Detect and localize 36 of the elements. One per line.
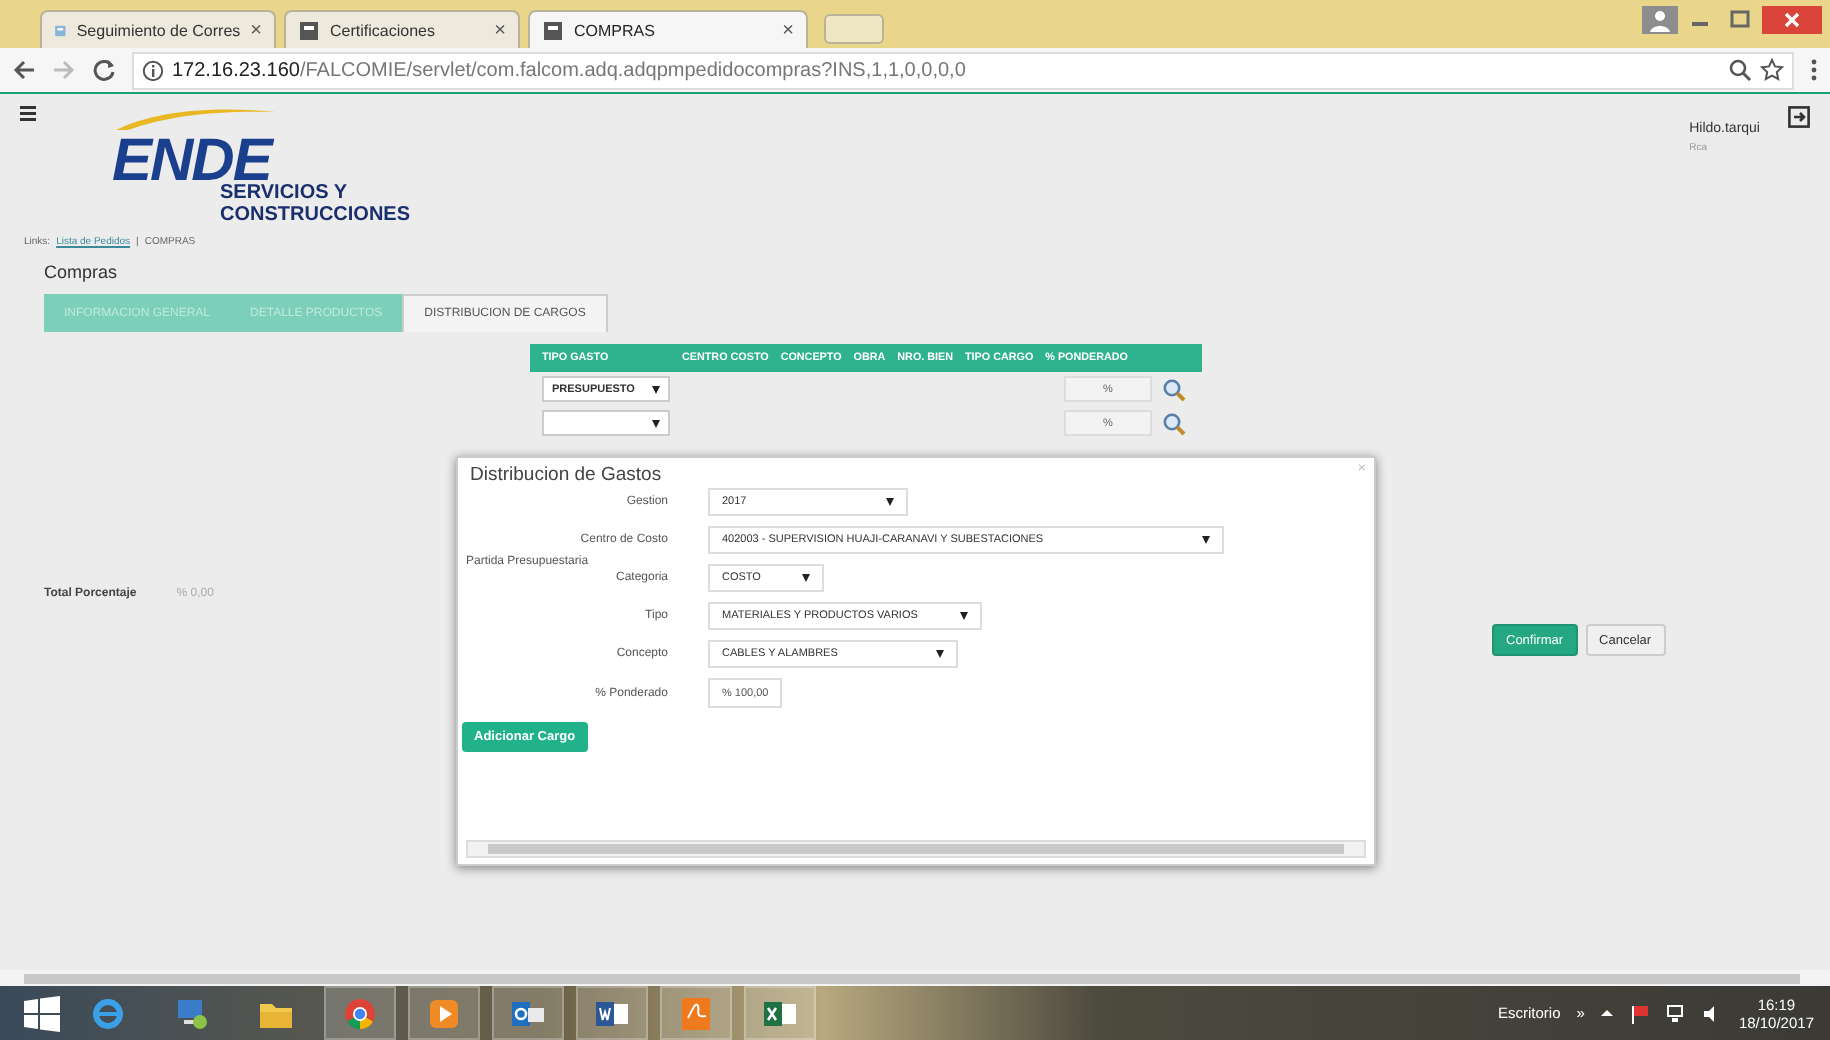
pdf-icon[interactable] [678, 995, 714, 1031]
user-icon[interactable] [1642, 6, 1678, 34]
dialog-title: Distribucion de Gastos [470, 464, 662, 486]
windows-start-icon[interactable] [24, 995, 60, 1031]
browser-tab[interactable]: COMPRAS × [528, 10, 808, 48]
logo-subtitle: SERVICIOS Y [220, 182, 350, 204]
up-arrow-icon[interactable] [1600, 1006, 1615, 1020]
reload-icon[interactable] [92, 58, 116, 82]
scrollbar[interactable] [0, 970, 1830, 986]
network-icon[interactable] [1666, 1003, 1687, 1023]
page-title: Compras [44, 262, 120, 282]
close-tab-button[interactable]: × [782, 19, 794, 41]
chrome-icon[interactable] [342, 995, 378, 1031]
logo-subtitle: CONSTRUCCIONES [220, 204, 411, 226]
computer-icon[interactable] [174, 995, 210, 1031]
close-tab-button[interactable]: × [250, 19, 262, 41]
address-bar[interactable]: 172.16.23.160/FALCOMIE/servlet/com.falcom.adq.adqpmpedidocompras?INS,1,1,0,0,0,0 [132, 51, 1794, 89]
page-icon [298, 19, 320, 41]
scrollbar[interactable] [466, 840, 1366, 858]
search-icon[interactable] [1162, 411, 1186, 435]
flag-icon[interactable] [1630, 1003, 1651, 1023]
menu-icon[interactable] [1810, 58, 1818, 82]
back-icon[interactable] [12, 58, 36, 82]
search-icon[interactable] [1162, 377, 1186, 401]
menu-icon[interactable] [20, 106, 36, 122]
page-icon [542, 19, 564, 41]
play-icon[interactable] [426, 995, 462, 1031]
logout-icon[interactable] [1788, 106, 1810, 128]
star-icon[interactable] [1760, 58, 1784, 82]
browser-tab[interactable]: Seguimiento de Corres × [40, 10, 276, 48]
browser-icon[interactable] [90, 995, 126, 1031]
zoom-icon[interactable] [1728, 58, 1752, 82]
close-icon[interactable] [1762, 6, 1822, 34]
browser-tab[interactable]: Certificaciones × [284, 10, 520, 48]
close-tab-button[interactable]: × [494, 19, 506, 41]
info-icon [142, 59, 164, 81]
